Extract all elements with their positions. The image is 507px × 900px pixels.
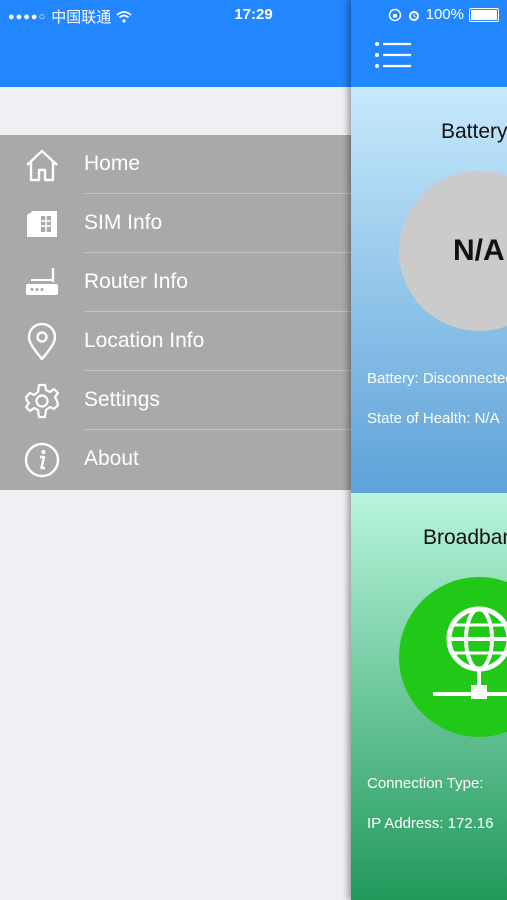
menu-item-location-info[interactable]: Location Info bbox=[0, 312, 351, 371]
battery-status-value: N/A bbox=[453, 234, 505, 267]
menu-item-settings[interactable]: Settings bbox=[0, 371, 351, 430]
status-bar: ●●●●○ 中国联通 17:29 100% bbox=[0, 0, 507, 30]
menu-item-label: Home bbox=[84, 152, 141, 175]
drawer-menu: Home SIM Info Router Info Location Info … bbox=[0, 135, 351, 490]
broadband-card-title: Broadband bbox=[423, 526, 507, 549]
location-pin-icon bbox=[27, 323, 57, 361]
sim-card-icon bbox=[27, 211, 57, 237]
menu-item-label: SIM Info bbox=[84, 211, 163, 234]
main-content: Battery N/A Battery: Disconnected State … bbox=[351, 0, 507, 900]
battery-health-text: State of Health: N/A bbox=[367, 410, 500, 427]
alarm-icon bbox=[408, 10, 419, 21]
menu-item-about[interactable]: About bbox=[0, 430, 351, 489]
home-icon bbox=[26, 149, 58, 182]
battery-card-title: Battery bbox=[441, 120, 507, 143]
ip-address-text: IP Address: 172.16 bbox=[367, 815, 494, 832]
menu-item-home[interactable]: Home bbox=[0, 135, 351, 194]
connection-type-text: Connection Type: bbox=[367, 775, 484, 792]
gear-icon bbox=[24, 383, 60, 419]
hamburger-menu-icon[interactable] bbox=[373, 40, 413, 70]
battery-percent: 100% bbox=[425, 6, 464, 23]
menu-item-label: About bbox=[84, 447, 139, 470]
globe-network-icon bbox=[433, 606, 507, 699]
orientation-lock-icon bbox=[388, 8, 401, 21]
broadband-status-circle bbox=[399, 577, 507, 737]
router-icon bbox=[26, 268, 58, 295]
broadband-card[interactable]: Broadband Connection Type: IP Address: 1… bbox=[351, 493, 507, 900]
battery-icon bbox=[469, 7, 499, 22]
menu-item-sim-info[interactable]: SIM Info bbox=[0, 194, 351, 253]
battery-card[interactable]: Battery N/A Battery: Disconnected State … bbox=[351, 87, 507, 493]
menu-item-label: Settings bbox=[84, 388, 160, 411]
info-icon bbox=[24, 442, 60, 478]
menu-item-label: Router Info bbox=[84, 270, 188, 293]
battery-connection-text: Battery: Disconnected bbox=[367, 370, 507, 387]
menu-item-router-info[interactable]: Router Info bbox=[0, 253, 351, 312]
menu-item-label: Location Info bbox=[84, 329, 205, 352]
